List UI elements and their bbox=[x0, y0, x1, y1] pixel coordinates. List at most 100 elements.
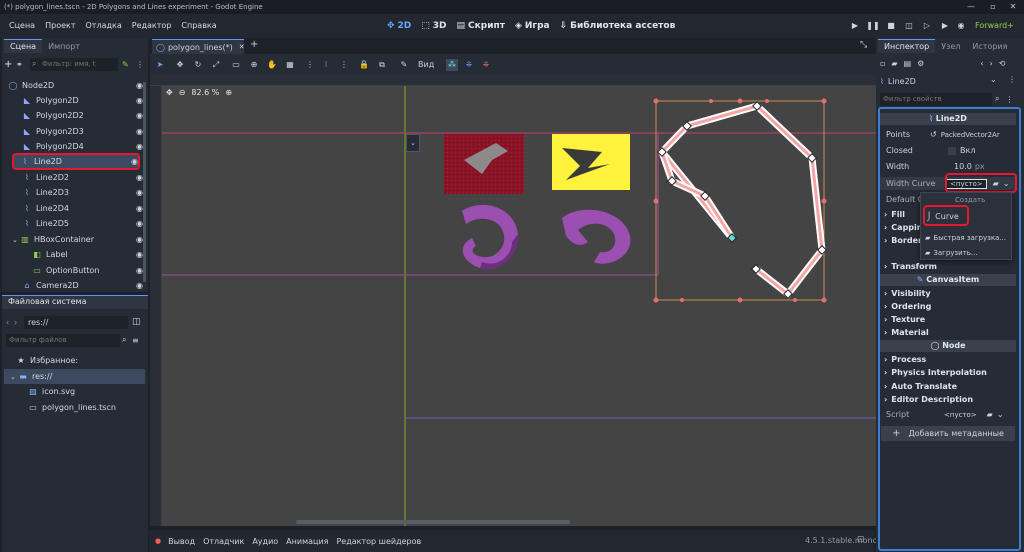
prop-closed[interactable]: Closed Вкл bbox=[880, 144, 1016, 157]
zoom-out-icon[interactable]: ⊖ bbox=[179, 88, 186, 97]
popup-item-quick-load[interactable]: ▰ Быстрая загрузка... bbox=[925, 231, 1011, 244]
more-icon[interactable]: ⋮ bbox=[136, 60, 144, 69]
pause-icon[interactable]: ❚❚ bbox=[866, 19, 880, 33]
load-resource-icon[interactable]: ▰ bbox=[987, 410, 993, 419]
back-icon[interactable]: ‹ bbox=[6, 318, 14, 327]
fs-path-field[interactable]: res:// bbox=[24, 315, 128, 329]
workspace-3d[interactable]: ⬚ 3D bbox=[416, 14, 451, 38]
visibility-eye-icon[interactable]: ◉ bbox=[136, 281, 145, 290]
lock-icon[interactable]: 🔒 bbox=[358, 59, 370, 71]
tab-close-icon[interactable]: ✕ bbox=[239, 43, 245, 51]
zoom-level[interactable]: 82.6 % bbox=[191, 88, 219, 97]
open-resource-icon[interactable]: ▰ bbox=[891, 59, 897, 68]
workspace-2d[interactable]: ✥ 2D bbox=[382, 14, 416, 38]
tree-node-polygon2d4[interactable]: ◣ Polygon2D4 ◉ bbox=[2, 139, 149, 154]
scene-tab[interactable]: ◯ polygon_lines(*) ✕ bbox=[152, 39, 245, 54]
view-menu[interactable]: Вид bbox=[418, 59, 434, 71]
category-line2d[interactable]: ⌇ Line2D bbox=[880, 113, 1016, 125]
pan-icon[interactable]: ✥ bbox=[166, 88, 173, 97]
snap-icon[interactable]: ⋮ bbox=[304, 59, 316, 71]
inspector-object[interactable]: ⌇ Line2D bbox=[880, 74, 1002, 88]
line2d-tool-1-icon[interactable]: ⁂ bbox=[446, 59, 458, 71]
tree-node-line2d2[interactable]: ⌇ Line2D2 ◉ bbox=[2, 170, 149, 185]
play-icon[interactable]: ▶ bbox=[848, 19, 862, 33]
optionbutton-preview[interactable]: ⌄ bbox=[406, 134, 420, 152]
group-process[interactable]: › Process bbox=[880, 353, 1016, 366]
group-physics-interpolation[interactable]: › Physics Interpolation bbox=[880, 366, 1016, 379]
new-resource-icon[interactable]: ▫ bbox=[880, 59, 885, 68]
group-auto-translate[interactable]: › Auto Translate bbox=[880, 380, 1016, 393]
pan-tool-icon[interactable]: ✋ bbox=[266, 59, 278, 71]
stop-icon[interactable]: ■ bbox=[884, 19, 898, 33]
workspace-assetlib[interactable]: ⇩ Библиотека ассетов bbox=[555, 14, 681, 38]
tree-node-polygon2d3[interactable]: ◣ Polygon2D3 ◉ bbox=[2, 124, 149, 139]
polygon2d-purple-swirl-2[interactable] bbox=[562, 209, 631, 264]
workspace-game[interactable]: ◈ Игра bbox=[510, 14, 555, 38]
tree-node-label[interactable]: ◧ Label ◉ bbox=[2, 247, 149, 262]
menu-editor[interactable]: Редактор bbox=[127, 14, 177, 38]
add-metadata-button[interactable]: + Добавить метаданные bbox=[881, 426, 1015, 441]
play-scene-icon[interactable]: ▷ bbox=[920, 19, 934, 33]
tab-debugger[interactable]: Отладчик bbox=[199, 537, 248, 546]
prop-width[interactable]: Width 10.0 px bbox=[880, 160, 1016, 173]
menu-debug[interactable]: Отладка bbox=[81, 14, 127, 38]
play-custom-icon[interactable]: ▶ bbox=[938, 19, 952, 33]
panel-toggle-icon[interactable]: ⊟ bbox=[857, 535, 865, 545]
tree-node-node2d[interactable]: ◯ Node2D ◉ bbox=[2, 78, 149, 93]
category-canvasitem[interactable]: ✎ CanvasItem bbox=[880, 274, 1016, 286]
object-menu-chevron-icon[interactable]: ⌄ bbox=[990, 75, 997, 84]
scene-filter-input[interactable] bbox=[30, 57, 118, 71]
grid-snap-icon[interactable]: ⁝ bbox=[320, 59, 332, 71]
group-icon[interactable]: ⧉ bbox=[376, 59, 388, 71]
fs-filter-input[interactable] bbox=[6, 333, 120, 347]
scale-tool-icon[interactable]: ⤢ bbox=[210, 59, 222, 71]
link-icon[interactable]: ⚭ bbox=[16, 60, 30, 69]
add-node-icon[interactable]: + bbox=[4, 59, 16, 70]
workspace-script[interactable]: ▤ Скрипт bbox=[452, 14, 510, 38]
group-transform[interactable]: › Transform bbox=[880, 260, 1016, 273]
2d-viewport[interactable]: ✥ ⊖ 82.6 % ⊕ ⌄ bbox=[162, 86, 876, 526]
resource-chevron-icon[interactable]: ⌄ bbox=[997, 410, 1004, 419]
tree-node-hboxcontainer[interactable]: ⌄ ▥ HBoxContainer ◉ bbox=[2, 232, 149, 247]
chevron-down-icon[interactable]: ⌄ bbox=[10, 373, 18, 381]
minimize-button[interactable]: — bbox=[960, 0, 982, 14]
snap-options-icon[interactable]: ⋮ bbox=[338, 59, 350, 71]
inspector-menu-icon[interactable]: ⋮ bbox=[1005, 95, 1013, 104]
tab-shader-editor[interactable]: Редактор шейдеров bbox=[332, 537, 425, 546]
chevron-down-icon[interactable]: ⌄ bbox=[12, 236, 20, 244]
history-icon[interactable]: ⟲ bbox=[999, 59, 1006, 68]
tree-node-polygon2d[interactable]: ◣ Polygon2D ◉ bbox=[2, 93, 149, 108]
fs-favorites[interactable]: ★ Избранное: bbox=[2, 353, 149, 368]
tree-node-polygon2d2[interactable]: ◣ Polygon2D2 ◉ bbox=[2, 108, 149, 123]
tree-node-line2d4[interactable]: ⌇ Line2D4 ◉ bbox=[2, 201, 149, 216]
inspector-filter-input[interactable] bbox=[880, 92, 992, 106]
prop-script[interactable]: Script <пусто> ▰ ⌄ bbox=[880, 408, 1016, 421]
tab-inspector[interactable]: Инспектор bbox=[878, 39, 936, 53]
prev-object-icon[interactable]: ‹ bbox=[980, 59, 983, 68]
closed-checkbox[interactable] bbox=[948, 146, 956, 155]
tab-node[interactable]: Узел bbox=[935, 40, 966, 53]
tab-import[interactable]: Импорт bbox=[42, 40, 86, 53]
group-material[interactable]: › Material bbox=[880, 326, 1016, 339]
renderer-select[interactable]: Forward+ bbox=[975, 19, 1014, 33]
close-button[interactable]: ✕ bbox=[1002, 0, 1024, 14]
forward-icon[interactable]: › bbox=[14, 318, 24, 327]
popup-item-load[interactable]: ▰ Загрузить... bbox=[925, 246, 1011, 259]
tree-node-camera2d[interactable]: ⌂ Camera2D ◉ bbox=[2, 278, 149, 293]
tab-scene[interactable]: Сцена bbox=[4, 39, 43, 53]
polygon2d-purple-swirl-1[interactable] bbox=[462, 204, 519, 270]
add-tab-icon[interactable]: + bbox=[250, 39, 258, 50]
rotate-tool-icon[interactable]: ↻ bbox=[192, 59, 204, 71]
remote-debug-icon[interactable]: ◫ bbox=[902, 19, 916, 33]
distraction-free-icon[interactable]: ⤡ bbox=[860, 40, 867, 50]
width-value[interactable]: 10.0 bbox=[954, 162, 972, 171]
prop-points[interactable]: Points ↺ PackedVector2Ar bbox=[880, 128, 1016, 141]
maximize-button[interactable]: ▫ bbox=[982, 0, 1004, 14]
tree-node-line2d3[interactable]: ⌇ Line2D3 ◉ bbox=[2, 185, 149, 200]
tree-node-optionbutton[interactable]: ▭ OptionButton ◉ bbox=[2, 263, 149, 278]
tab-output[interactable]: Вывод bbox=[164, 537, 199, 546]
next-object-icon[interactable]: › bbox=[990, 59, 993, 68]
split-view-icon[interactable]: ◫ bbox=[132, 317, 144, 327]
line2d-tool-2-icon[interactable]: ⁜ bbox=[463, 59, 475, 71]
h-scrollbar[interactable] bbox=[296, 520, 570, 524]
